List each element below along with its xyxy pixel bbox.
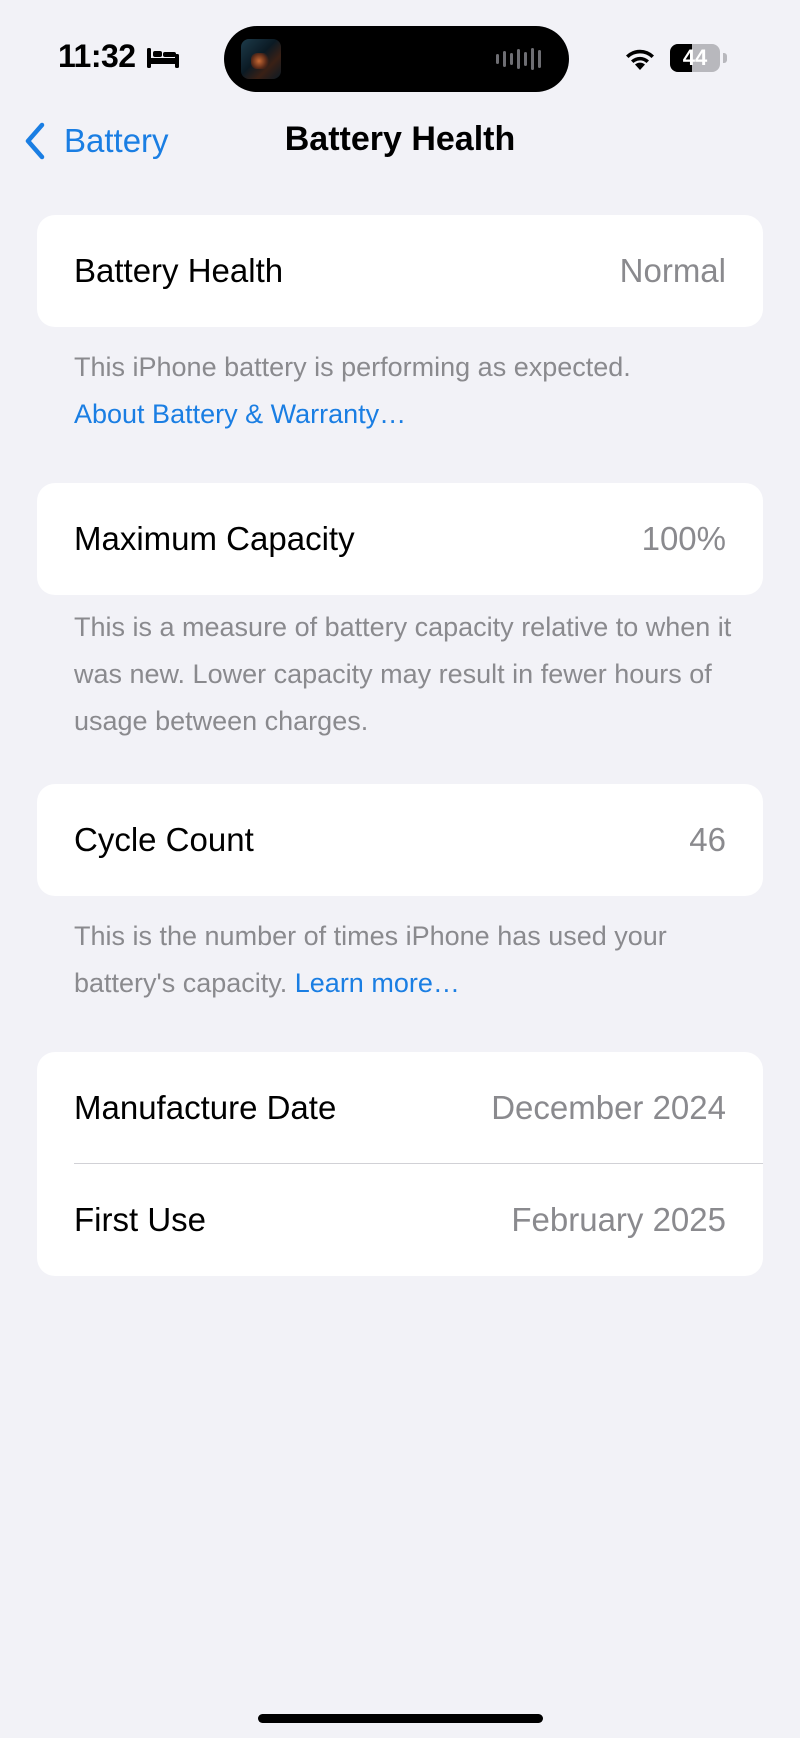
battery-health-label: Battery Health	[74, 252, 284, 289]
cycle-count-row: Cycle Count 46	[37, 784, 763, 896]
status-bar: 11:32 44	[0, 0, 800, 110]
cycle-count-value: 46	[689, 821, 726, 858]
audio-waveform-icon	[496, 48, 541, 70]
home-indicator[interactable]	[258, 1714, 543, 1723]
maximum-capacity-footer: This is a measure of battery capacity re…	[74, 612, 732, 736]
battery-health-row: Battery Health Normal	[37, 215, 763, 327]
learn-more-link[interactable]: Learn more…	[295, 968, 460, 998]
dynamic-island[interactable]	[224, 26, 569, 92]
battery-icon: 44	[670, 44, 728, 72]
maximum-capacity-label: Maximum Capacity	[74, 520, 355, 557]
status-time: 11:32	[58, 38, 136, 74]
maximum-capacity-value: 100%	[641, 520, 726, 557]
first-use-label: First Use	[74, 1201, 206, 1238]
wifi-icon	[626, 49, 654, 70]
maximum-capacity-row: Maximum Capacity 100%	[37, 483, 763, 595]
manufacture-date-row: Manufacture Date December 2024	[37, 1052, 763, 1164]
battery-health-footer-text: This iPhone battery is performing as exp…	[74, 352, 631, 382]
cycle-count-card: Cycle Count 46	[37, 784, 763, 896]
battery-tip	[723, 53, 727, 63]
bed-icon	[147, 48, 179, 68]
battery-health-value: Normal	[619, 252, 726, 289]
manufacture-date-label: Manufacture Date	[74, 1089, 337, 1126]
battery-health-card: Battery Health Normal	[37, 215, 763, 327]
manufacture-date-value: December 2024	[491, 1089, 726, 1126]
cycle-count-footer: This is the number of times iPhone has u…	[74, 913, 734, 1007]
first-use-value: February 2025	[511, 1201, 726, 1238]
first-use-row: First Use February 2025	[37, 1164, 763, 1276]
page-title: Battery Health	[284, 120, 516, 158]
now-playing-artwork	[241, 39, 281, 79]
cycle-count-label: Cycle Count	[74, 821, 254, 858]
dates-card: Manufacture Date December 2024 First Use…	[37, 1052, 763, 1276]
battery-body: 44	[670, 44, 720, 72]
maximum-capacity-card: Maximum Capacity 100%	[37, 483, 763, 595]
battery-health-footer: This iPhone battery is performing as exp…	[74, 344, 734, 438]
about-battery-warranty-link[interactable]: About Battery & Warranty…	[74, 391, 734, 438]
battery-level: 44	[682, 45, 708, 70]
